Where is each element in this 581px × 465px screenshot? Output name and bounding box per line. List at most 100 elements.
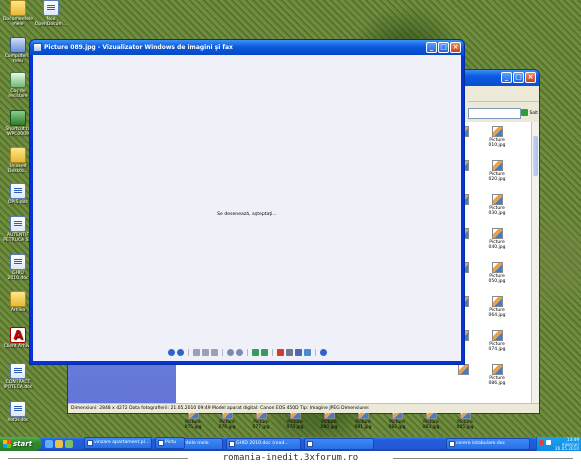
media-player-icon bbox=[10, 110, 26, 126]
close-button[interactable]: × bbox=[525, 72, 536, 83]
close-button[interactable]: × bbox=[450, 42, 461, 53]
file-name: Picture 020.jpg bbox=[488, 172, 506, 182]
desktop-icon-notar[interactable]: notar.doc bbox=[1, 401, 35, 423]
recycle-bin-icon bbox=[10, 72, 26, 88]
explorer-toolbar bbox=[468, 86, 539, 102]
help-icon[interactable] bbox=[319, 349, 327, 356]
quicklaunch-ie-icon[interactable] bbox=[45, 440, 53, 448]
desktop-icon-label: OPIS.doc bbox=[8, 200, 28, 205]
toolbar-separator bbox=[246, 349, 248, 356]
tray-antivirus-icon[interactable] bbox=[539, 440, 544, 445]
windows-logo-icon bbox=[3, 440, 11, 448]
print-icon[interactable] bbox=[285, 349, 293, 356]
taskbar-task-blank[interactable] bbox=[304, 438, 374, 450]
file-name: Picture 074.jpg bbox=[488, 342, 506, 352]
file-thumbnail[interactable]: Picture 064.jpg bbox=[482, 296, 512, 318]
document-icon bbox=[10, 363, 26, 379]
desktop-icon-label: Coş de reciclare bbox=[8, 89, 28, 99]
desktop-icon-nou-opendocument[interactable]: Nou OpenDocum... bbox=[34, 0, 68, 27]
image-viewer-window[interactable]: Picture 089.jpg - Vizualizator Windows d… bbox=[29, 39, 465, 365]
go-button[interactable]: Salt bbox=[521, 108, 539, 119]
loading-message: Se desenează, aşteptaţi... bbox=[217, 212, 277, 217]
taskbar-task-ghid[interactable]: GHID 2010.doc (read... bbox=[226, 438, 301, 450]
system-tray: 13:49 miercuri 26.05.2010 bbox=[536, 437, 581, 451]
desktop-icon-label: Documentele mele bbox=[2, 17, 34, 27]
rotate-clockwise-icon[interactable] bbox=[251, 349, 259, 356]
start-button[interactable]: start bbox=[0, 437, 42, 451]
quicklaunch-media-icon[interactable] bbox=[65, 440, 73, 448]
image-file-icon bbox=[491, 228, 503, 239]
file-thumbnail[interactable]: Picture 074.jpg bbox=[482, 330, 512, 352]
actual-size-icon[interactable] bbox=[201, 349, 209, 356]
watermark-text: romania-inedit.3xforum.ro bbox=[222, 453, 359, 463]
desktop-icon-label: CONTRACT IPOTECA.doc bbox=[3, 380, 33, 390]
image-file-icon bbox=[491, 126, 503, 137]
toolbar-separator bbox=[221, 349, 223, 356]
zoom-out-icon[interactable] bbox=[235, 349, 243, 356]
vertical-scrollbar[interactable] bbox=[531, 122, 539, 403]
file-thumbnail[interactable]: Picture 030.jpg bbox=[482, 194, 512, 216]
maximize-button[interactable]: □ bbox=[438, 42, 449, 53]
computer-icon bbox=[10, 37, 26, 53]
file-name: Picture 083.jpg bbox=[422, 420, 440, 430]
file-name: Picture 050.jpg bbox=[488, 274, 506, 284]
best-fit-icon[interactable] bbox=[192, 349, 200, 356]
go-label: Salt bbox=[529, 111, 539, 116]
minimize-button[interactable]: _ bbox=[426, 42, 437, 53]
desktop-icon-documentele-mele[interactable]: Documentele mele bbox=[1, 0, 35, 27]
taskbar-task-cerere[interactable]: cerere intabulare.doc bbox=[446, 438, 530, 450]
file-name: Picture 076.jpg bbox=[218, 420, 236, 430]
minimize-button[interactable]: _ bbox=[501, 72, 512, 83]
quicklaunch-desktop-icon[interactable] bbox=[55, 440, 63, 448]
file-name: Picture 082.jpg bbox=[388, 420, 406, 430]
tray-network-icon[interactable] bbox=[546, 440, 551, 445]
slideshow-icon[interactable] bbox=[210, 349, 218, 356]
toolbar-separator bbox=[187, 349, 189, 356]
file-thumbnail[interactable]: Picture 050.jpg bbox=[482, 262, 512, 284]
previous-image-icon[interactable] bbox=[167, 349, 175, 356]
task-label: Pictu bbox=[165, 440, 177, 445]
desktop-icon-label: Unused Deskto... bbox=[8, 164, 28, 174]
edit-icon[interactable] bbox=[303, 349, 311, 356]
image-file-icon bbox=[491, 160, 503, 171]
file-thumbnail[interactable]: Picture 010.jpg bbox=[482, 126, 512, 148]
document-icon bbox=[10, 183, 26, 199]
desktop-icon-label: GHID 2010.doc bbox=[7, 271, 29, 281]
task-icon bbox=[87, 440, 93, 446]
image-file-icon bbox=[491, 296, 503, 307]
desktop-icon-contract-ipoteca[interactable]: CONTRACT IPOTECA.doc bbox=[1, 363, 35, 390]
task-label: cerere intabulare.doc bbox=[456, 441, 506, 446]
toolbar-separator bbox=[314, 349, 316, 356]
document-icon bbox=[43, 0, 59, 16]
save-icon[interactable] bbox=[294, 349, 302, 356]
viewer-titlebar[interactable]: Picture 089.jpg - Vizualizator Windows d… bbox=[30, 40, 464, 55]
scrollbar-thumb[interactable] bbox=[533, 136, 538, 176]
image-file-icon bbox=[491, 262, 503, 273]
image-file-icon bbox=[491, 330, 503, 341]
zoom-in-icon[interactable] bbox=[226, 349, 234, 356]
file-thumbnail[interactable]: Picture 020.jpg bbox=[482, 160, 512, 182]
desktop-icon-label: Shortcut to WPC0009 bbox=[5, 127, 31, 137]
document-icon bbox=[10, 254, 26, 270]
file-name: Picture 080.jpg bbox=[320, 420, 338, 430]
file-thumbnail[interactable] bbox=[448, 364, 478, 376]
task-icon bbox=[158, 440, 164, 446]
desktop-icon-label: Nou OpenDocum... bbox=[34, 17, 68, 27]
desktop-icon-label: notar.doc bbox=[7, 418, 29, 423]
task-label: GHID 2010.doc (read... bbox=[236, 441, 289, 446]
taskbar-task-picture[interactable]: Pictu bbox=[155, 437, 185, 449]
toolbar-separator bbox=[271, 349, 273, 356]
go-arrow-icon bbox=[521, 109, 528, 116]
taskbar-task-vinzare[interactable]: vinzare apartament.pl... bbox=[84, 437, 152, 449]
file-thumbnail[interactable]: Picture 086.jpg bbox=[482, 364, 512, 386]
address-bar[interactable] bbox=[468, 108, 521, 119]
delete-icon[interactable] bbox=[276, 349, 284, 356]
task-icon bbox=[307, 441, 313, 447]
file-thumbnail[interactable]: Picture 040.jpg bbox=[482, 228, 512, 250]
image-canvas[interactable]: Se desenează, aşteptaţi... bbox=[33, 55, 461, 361]
maximize-button[interactable]: □ bbox=[513, 72, 524, 83]
folder-icon bbox=[10, 0, 26, 16]
next-image-icon[interactable] bbox=[176, 349, 184, 356]
rotate-counterclockwise-icon[interactable] bbox=[260, 349, 268, 356]
image-file-icon bbox=[491, 194, 503, 205]
